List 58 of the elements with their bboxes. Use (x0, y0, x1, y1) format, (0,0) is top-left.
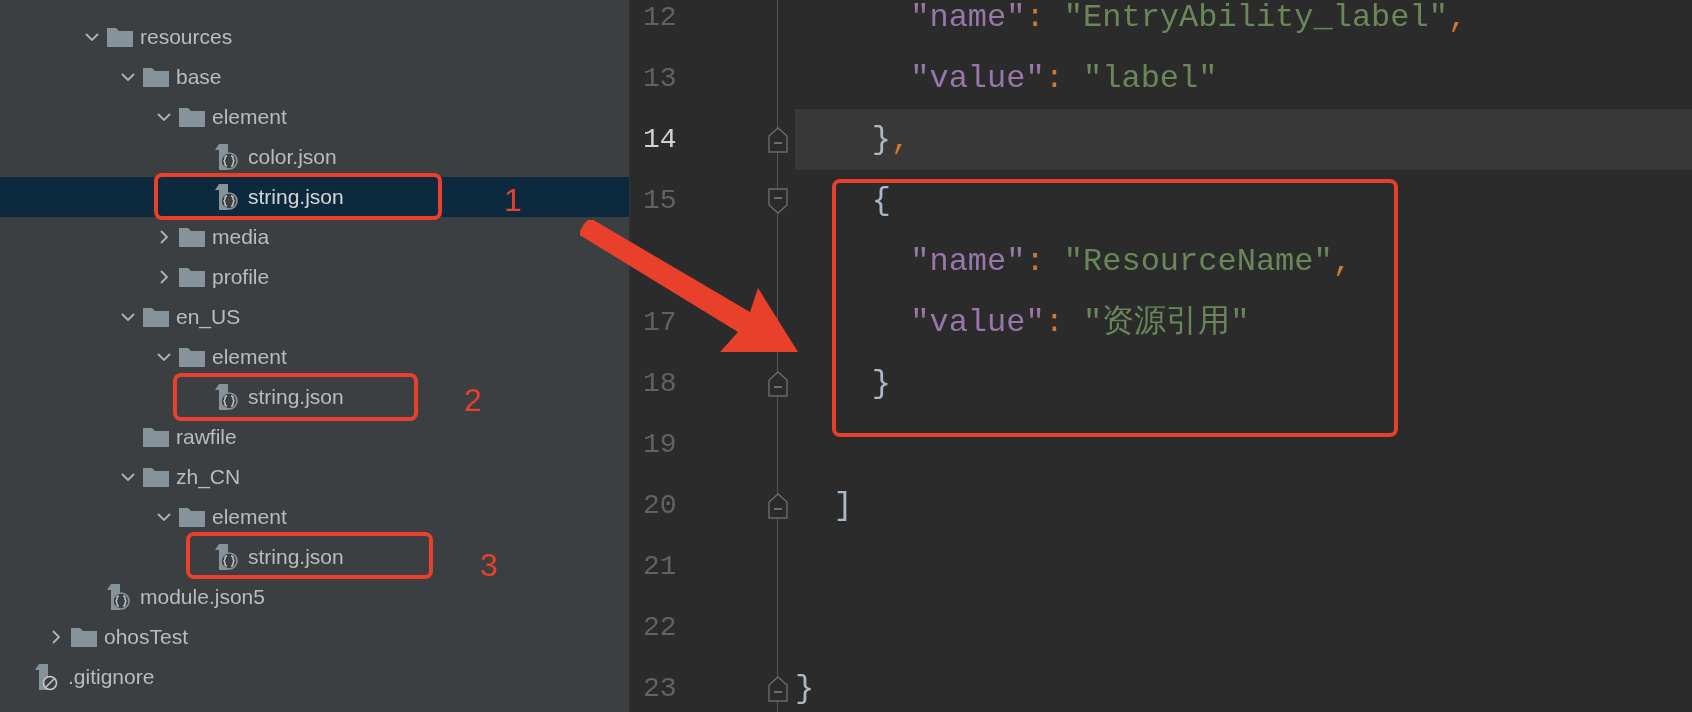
folder-icon (178, 226, 206, 248)
line-number: 18 (642, 366, 678, 401)
callout-number: 3 (480, 546, 498, 585)
tree-item-label[interactable]: ohosTest (104, 621, 189, 653)
folder-icon (70, 626, 98, 648)
folder-icon (142, 306, 170, 328)
code-line: "value": "资源引用" (909, 302, 1250, 343)
line-number: 14 (642, 122, 678, 157)
line-number: 20 (642, 488, 678, 523)
tree-item-label[interactable]: element (212, 341, 287, 373)
line-number: 13 (642, 61, 678, 96)
callout-number: 1 (504, 181, 522, 220)
folder-icon (178, 266, 206, 288)
callout-number: 2 (464, 381, 482, 420)
tree-item-label[interactable]: zh_CN (176, 461, 241, 493)
tree-item-label[interactable]: element (212, 101, 287, 133)
code-line: "value": "label" (909, 58, 1218, 99)
line-number: 21 (642, 549, 678, 584)
folder-icon (178, 506, 206, 528)
tree-item-label[interactable]: element (212, 501, 287, 533)
tree-item-label[interactable]: profile (212, 261, 270, 293)
tree-item-label[interactable]: color.json (248, 141, 337, 173)
tree-item-label[interactable]: string.json (248, 541, 344, 573)
code-line: ] (832, 485, 853, 526)
line-number: 19 (642, 427, 678, 462)
tree-item-label[interactable]: module.json5 (140, 581, 265, 613)
folder-icon (142, 426, 170, 448)
line-number: 23 (642, 671, 678, 706)
tree-item-label[interactable]: en_US (176, 301, 241, 333)
json-file-icon (106, 583, 132, 611)
code-line: } (795, 668, 815, 709)
folder-icon (106, 26, 134, 48)
code-line: }, (870, 119, 911, 160)
json-file-icon (214, 143, 240, 171)
json-file-icon (214, 383, 240, 411)
line-number: 12 (642, 0, 678, 35)
line-number: 17 (642, 305, 678, 340)
fold-start-icon[interactable] (766, 185, 789, 216)
tree-item-label[interactable]: string.json (248, 381, 344, 413)
folder-icon (142, 466, 170, 488)
code-line: } (870, 363, 891, 404)
tree-item-label[interactable]: string.json (248, 181, 344, 213)
ignore-file-icon (34, 663, 60, 691)
folder-icon (178, 346, 206, 368)
tree-item-label[interactable]: .gitignore (68, 661, 155, 693)
tree-item-label[interactable]: base (176, 61, 222, 93)
tree-item-label[interactable]: resources (140, 21, 233, 53)
json-file-icon (214, 183, 240, 211)
line-number: 15 (642, 183, 678, 218)
json-file-icon (214, 543, 240, 571)
folder-icon (178, 106, 206, 128)
code-line: "name": "ResourceName", (909, 241, 1352, 282)
folder-icon (142, 66, 170, 88)
tree-item-label[interactable]: media (212, 221, 270, 253)
line-number: 22 (642, 610, 678, 645)
code-line: { (870, 180, 891, 221)
code-line: "name": "EntryAbility_label", (909, 0, 1468, 38)
tree-item-label[interactable]: rawfile (176, 421, 237, 453)
